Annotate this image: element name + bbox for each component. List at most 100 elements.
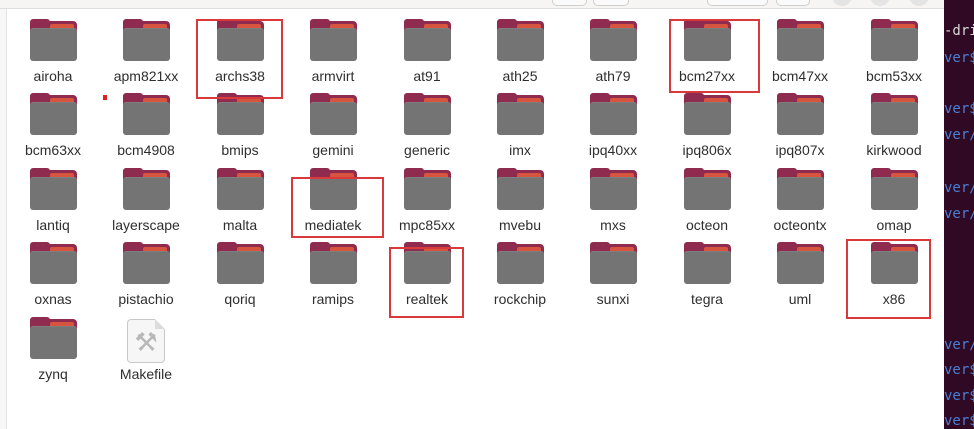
folder-icon — [404, 19, 451, 61]
window-control-maximize[interactable] — [870, 0, 890, 6]
folder-label: tegra — [691, 291, 723, 307]
folder-label: at91 — [413, 68, 441, 84]
folder-label: generic — [404, 142, 450, 158]
folder-item[interactable]: rockchip — [474, 241, 566, 311]
folder-icon — [684, 93, 731, 135]
toolbar-button[interactable] — [776, 0, 810, 6]
folder-icon — [497, 168, 544, 210]
folder-item[interactable]: malta — [194, 167, 286, 237]
folder-item[interactable]: bmips — [194, 92, 286, 162]
folder-icon — [30, 19, 77, 61]
folder-item[interactable]: pistachio — [100, 241, 192, 311]
folder-icon — [404, 93, 451, 135]
folder-item[interactable]: bcm4908 — [100, 92, 192, 162]
folder-icon — [217, 242, 264, 284]
terminal-line: ver$ — [944, 388, 974, 404]
file-grid: airoha apm821xx archs38 armvirt at91 ath… — [7, 18, 944, 429]
folder-icon — [123, 242, 170, 284]
folder-label: ath79 — [595, 68, 631, 84]
folder-item[interactable]: zynq — [7, 316, 99, 386]
folder-label: gemini — [312, 142, 354, 158]
highlight-box-mediatek — [291, 177, 384, 238]
folder-icon — [497, 93, 544, 135]
folder-icon — [684, 242, 731, 284]
folder-icon — [777, 93, 824, 135]
folder-icon — [310, 93, 357, 135]
highlight-box-bcm27xx — [669, 19, 760, 93]
toolbar-button[interactable] — [552, 0, 587, 6]
folder-icon — [777, 19, 824, 61]
folder-item[interactable]: generic — [381, 92, 473, 162]
folder-icon — [123, 93, 170, 135]
folder-label: bmips — [221, 142, 259, 158]
folder-item[interactable]: sunxi — [567, 241, 659, 311]
hammer-icon: ⚒ — [134, 327, 158, 357]
folder-item[interactable]: mpc85xx — [381, 167, 473, 237]
folder-label: bcm63xx — [24, 142, 82, 158]
window-control-close[interactable] — [909, 0, 929, 6]
terminal-window[interactable]: -dri ver$ ver$ ver/ ver/ ver/ ver/ ver$ … — [944, 0, 974, 429]
folder-item[interactable]: oxnas — [7, 241, 99, 311]
folder-item[interactable]: gemini — [287, 92, 379, 162]
folder-item[interactable]: tegra — [661, 241, 753, 311]
folder-item[interactable]: omap — [848, 167, 940, 237]
folder-label: ramips — [311, 291, 354, 307]
folder-icon — [30, 242, 77, 284]
folder-item[interactable]: octeon — [661, 167, 753, 237]
toolbar-button[interactable] — [707, 0, 768, 6]
folder-item[interactable]: bcm53xx — [848, 18, 940, 88]
folder-label: uml — [788, 291, 812, 307]
folder-item[interactable]: qoriq — [194, 241, 286, 311]
folder-label: malta — [222, 217, 258, 233]
folder-item[interactable]: apm821xx — [100, 18, 192, 88]
terminal-line: ver/ — [944, 206, 974, 222]
folder-item[interactable]: imx — [474, 92, 566, 162]
folder-label: octeon — [685, 217, 729, 233]
folder-label: airoha — [33, 68, 73, 84]
folder-item[interactable]: mvebu — [474, 167, 566, 237]
folder-item[interactable]: ipq806x — [661, 92, 753, 162]
folder-item[interactable]: bcm47xx — [754, 18, 846, 88]
folder-item[interactable]: ath25 — [474, 18, 566, 88]
folder-icon — [217, 93, 264, 135]
toolbar-strip — [0, 0, 944, 9]
folder-icon — [871, 168, 918, 210]
folder-item[interactable]: airoha — [7, 18, 99, 88]
folder-item[interactable]: ipq807x — [754, 92, 846, 162]
highlight-box-archs38 — [196, 19, 283, 99]
folder-icon — [871, 93, 918, 135]
folder-label: kirkwood — [866, 142, 922, 158]
folder-icon — [590, 93, 637, 135]
folder-item[interactable]: ramips — [287, 241, 379, 311]
file-item[interactable]: ⚒ Makefile — [100, 316, 192, 386]
folder-label: mpc85xx — [398, 217, 456, 233]
folder-item[interactable]: armvirt — [287, 18, 379, 88]
terminal-line: ver$ — [944, 50, 974, 66]
folder-item[interactable]: lantiq — [7, 167, 99, 237]
folder-icon — [30, 93, 77, 135]
folder-icon — [404, 168, 451, 210]
folder-label: ipq807x — [775, 142, 825, 158]
terminal-line: ver$ — [944, 101, 974, 117]
folder-label: lantiq — [36, 217, 70, 233]
folder-item[interactable]: kirkwood — [848, 92, 940, 162]
folder-item[interactable]: ath79 — [567, 18, 659, 88]
folder-item[interactable]: bcm63xx — [7, 92, 99, 162]
folder-icon — [777, 242, 824, 284]
folder-item[interactable]: ipq40xx — [567, 92, 659, 162]
terminal-line: -dri — [944, 23, 974, 39]
toolbar-button[interactable] — [593, 0, 629, 6]
folder-label: bcm53xx — [865, 68, 923, 84]
folder-label: apm821xx — [113, 68, 179, 84]
folder-icon — [30, 168, 77, 210]
window-control-minimize[interactable] — [832, 0, 852, 6]
folder-item[interactable]: layerscape — [100, 167, 192, 237]
folder-icon — [590, 19, 637, 61]
folder-label: layerscape — [112, 217, 180, 233]
terminal-line: ver/ — [944, 127, 974, 143]
folder-item[interactable]: at91 — [381, 18, 473, 88]
folder-item[interactable]: octeontx — [754, 167, 846, 237]
folder-item[interactable]: uml — [754, 241, 846, 311]
folder-item[interactable]: mxs — [567, 167, 659, 237]
folder-label: pistachio — [118, 291, 174, 307]
